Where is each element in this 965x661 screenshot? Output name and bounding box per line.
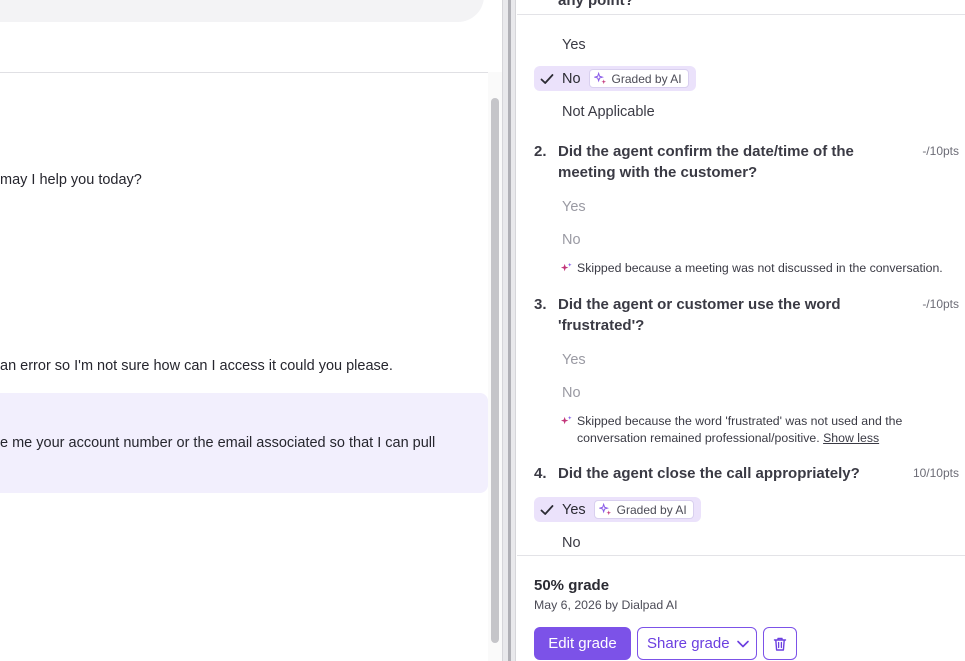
q1-option-yes[interactable]: Yes xyxy=(562,37,586,53)
q2-option-no: No xyxy=(562,232,581,248)
question-4-points: 10/10pts xyxy=(912,466,959,480)
check-icon xyxy=(540,73,554,84)
q2-skip-reason-text: Skipped because a meeting was not discus… xyxy=(577,261,943,275)
q4-option-no[interactable]: No xyxy=(562,535,581,551)
q3-option-yes: Yes xyxy=(562,352,586,368)
trash-icon xyxy=(773,637,787,651)
question-2-points: -/10pts xyxy=(922,144,959,158)
transcript-message-highlighted: e me your account number or the email as… xyxy=(0,435,436,451)
grade-title: 50% grade xyxy=(534,577,610,594)
q1-option-no-selected[interactable]: No Graded by AI xyxy=(534,66,696,91)
question-3-number: 3. xyxy=(534,296,547,313)
q1-option-no-label: No xyxy=(562,70,581,87)
q3-skip-reason: Skipped because the word 'frustrated' wa… xyxy=(560,413,960,447)
ai-sparkle-icon xyxy=(598,503,611,516)
q1-option-not-applicable[interactable]: Not Applicable xyxy=(562,104,655,120)
transcript-pane: may I help you today? an error so I'm no… xyxy=(0,0,502,661)
ai-sparkle-icon xyxy=(560,415,572,425)
q2-option-yes: Yes xyxy=(562,199,586,215)
grade-footer: 50% grade May 6, 2026 by Dialpad AI Edit… xyxy=(517,555,965,661)
message-input[interactable] xyxy=(0,0,484,22)
graded-by-ai-label: Graded by AI xyxy=(611,71,682,86)
transcript-message: an error so I'm not sure how can I acces… xyxy=(0,358,393,374)
grade-subtitle: May 6, 2026 by Dialpad AI xyxy=(534,598,678,612)
graded-by-ai-badge: Graded by AI xyxy=(588,69,689,88)
question-2-text: Did the agent confirm the date/time of t… xyxy=(558,143,854,181)
q3-option-no: No xyxy=(562,385,581,401)
q2-skip-reason: Skipped because a meeting was not discus… xyxy=(560,260,960,277)
question-2-number: 2. xyxy=(534,143,547,160)
share-grade-button[interactable]: Share grade xyxy=(637,627,757,660)
chevron-down-icon xyxy=(736,640,749,647)
ai-sparkle-icon xyxy=(593,72,606,85)
edit-grade-button[interactable]: Edit grade xyxy=(534,627,631,660)
transcript-divider xyxy=(0,72,502,73)
question-3-points: -/10pts xyxy=(922,297,959,311)
graded-by-ai-badge: Graded by AI xyxy=(593,500,694,519)
question-4-number: 4. xyxy=(534,465,547,482)
transcript-message: may I help you today? xyxy=(0,172,142,188)
question-1-text: any point? xyxy=(558,0,634,9)
question-3-text: Did the agent or customer use the word '… xyxy=(558,296,841,334)
q3-skip-reason-text: Skipped because the word 'frustrated' wa… xyxy=(577,413,960,447)
delete-grade-button[interactable] xyxy=(763,627,797,660)
transcript-scrollbar-thumb[interactable] xyxy=(491,98,499,643)
pane-resize-handle[interactable] xyxy=(502,0,516,661)
pane-resize-grip[interactable] xyxy=(508,0,511,661)
ai-sparkle-icon xyxy=(560,262,572,272)
graded-by-ai-label: Graded by AI xyxy=(616,502,687,517)
check-icon xyxy=(540,504,554,515)
q4-option-yes-selected[interactable]: Yes Graded by AI xyxy=(534,497,701,522)
scorecard-pane: any point? Yes No Graded by AI Not Appli… xyxy=(517,0,965,661)
scorecard-header-divider xyxy=(517,14,965,15)
question-4-text: Did the agent close the call appropriate… xyxy=(558,465,860,482)
share-grade-label: Share grade xyxy=(647,635,730,652)
show-less-link[interactable]: Show less xyxy=(823,431,879,445)
q4-option-yes-label: Yes xyxy=(562,501,586,518)
